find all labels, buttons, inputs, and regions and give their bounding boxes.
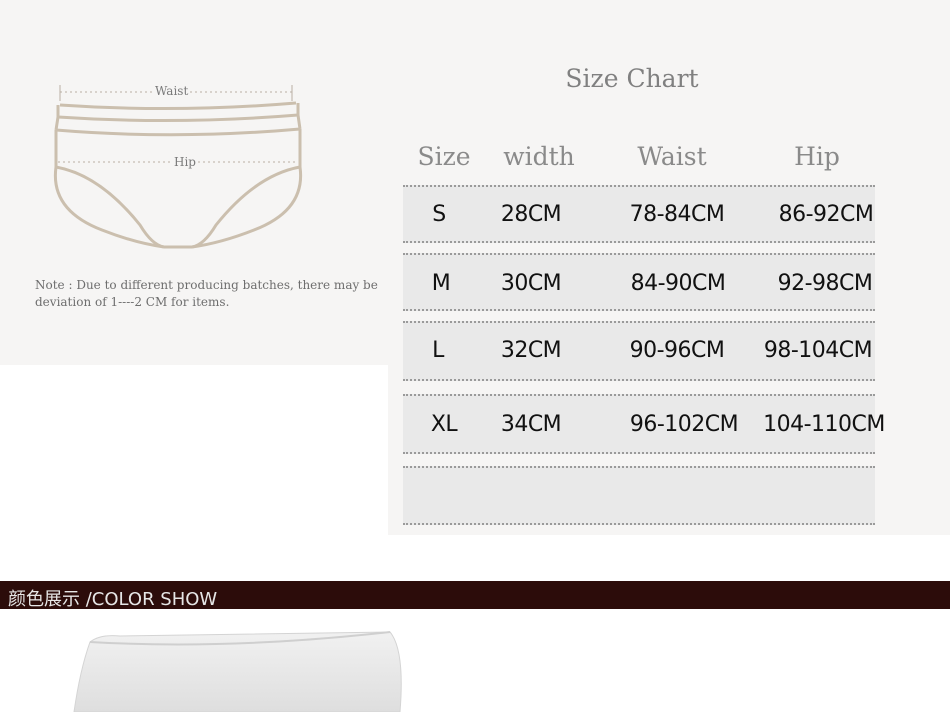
cell-size: XL bbox=[430, 412, 458, 437]
cell-size: M bbox=[431, 271, 451, 296]
cell-width: 34CM bbox=[500, 412, 562, 437]
briefs-diagram: Waist Hip bbox=[40, 75, 320, 265]
waist-label: Waist bbox=[153, 84, 191, 98]
cell-width: 28CM bbox=[500, 202, 562, 227]
color-show-label: 颜色展示 /COLOR SHOW bbox=[8, 589, 218, 610]
hip-label: Hip bbox=[172, 155, 198, 169]
header-width: width bbox=[503, 142, 575, 171]
header-size: Size bbox=[417, 142, 471, 171]
header-hip: Hip bbox=[794, 142, 840, 171]
cell-hip: 86-92CM bbox=[778, 202, 874, 227]
cell-hip: 104-110CM bbox=[763, 412, 885, 437]
cell-size: L bbox=[432, 338, 444, 363]
cell-size: S bbox=[432, 202, 446, 227]
cell-width: 30CM bbox=[500, 271, 562, 296]
cell-waist: 96-102CM bbox=[629, 412, 739, 437]
header-waist: Waist bbox=[637, 142, 707, 171]
cell-waist: 84-90CM bbox=[630, 271, 726, 296]
cell-waist: 90-96CM bbox=[629, 338, 725, 363]
cell-width: 32CM bbox=[500, 338, 562, 363]
cell-hip: 92-98CM bbox=[777, 271, 873, 296]
cell-hip: 98-104CM bbox=[763, 338, 873, 363]
product-photo-white-briefs bbox=[60, 630, 405, 712]
cell-waist: 78-84CM bbox=[629, 202, 725, 227]
size-chart-title: Size Chart bbox=[565, 64, 699, 93]
color-show-bar: 颜色展示 /COLOR SHOW bbox=[0, 581, 950, 610]
table-row-empty bbox=[403, 466, 875, 525]
sizing-note: Note : Due to different producing batche… bbox=[35, 278, 378, 309]
briefs-outline-illustration bbox=[53, 85, 303, 249]
